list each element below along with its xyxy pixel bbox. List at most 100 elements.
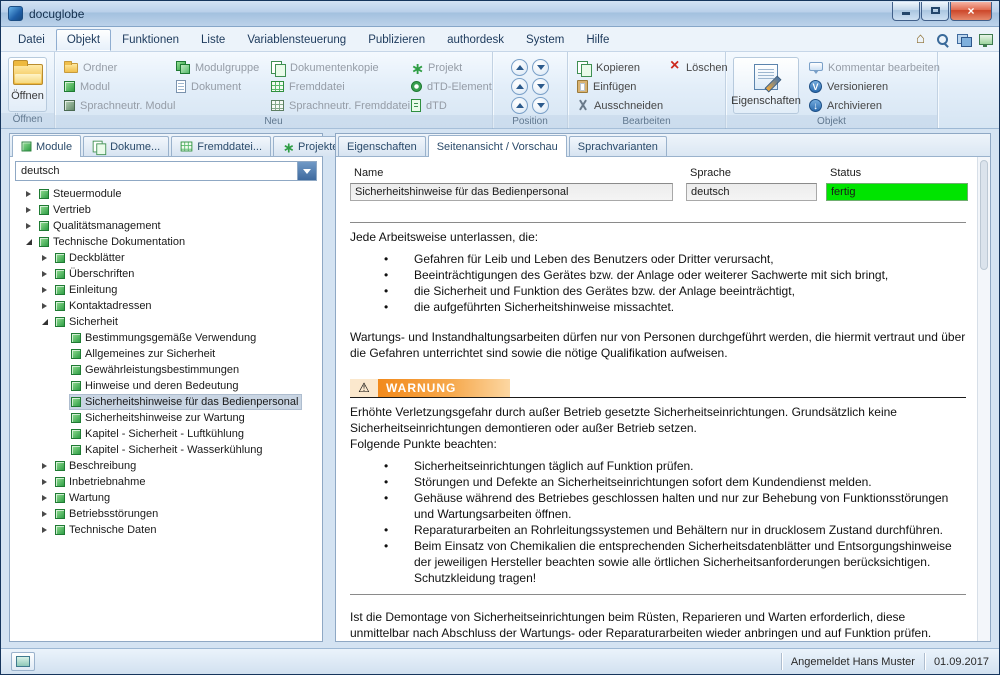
maximize-button[interactable] [921, 1, 949, 21]
cut-button[interactable]: Ausschneiden [573, 96, 665, 115]
archive-icon [809, 99, 822, 112]
expand-arrow-icon[interactable] [42, 511, 54, 517]
tree-item[interactable]: Hinweise und deren Bedeutung [10, 378, 322, 394]
tree-item[interactable]: Vertrieb [10, 202, 322, 218]
tree-item[interactable]: Bestimmungsgemäße Verwendung [10, 330, 322, 346]
new-sprachneutr-fremddatei-button[interactable]: Sprachneutr. Fremddatei [267, 96, 411, 115]
move-up-button[interactable] [511, 97, 528, 114]
expand-arrow-icon[interactable] [26, 207, 38, 213]
new-projekt-button[interactable]: Projekt [407, 58, 487, 79]
name-field[interactable]: Sicherheitshinweise für das Bedienperson… [350, 183, 673, 201]
properties-button[interactable]: Eigenschaften [731, 57, 801, 114]
warning-bottom-divider [350, 594, 966, 595]
tab-dokumente[interactable]: Dokume... [83, 136, 170, 156]
tab-seitenansicht-vorschau[interactable]: Seitenansicht / Vorschau [427, 135, 567, 157]
expand-arrow-icon[interactable] [42, 495, 54, 501]
move-down-button[interactable] [532, 97, 549, 114]
new-modulgruppe-button[interactable]: Modulgruppe [172, 58, 267, 77]
new-fremddatei-button[interactable]: Fremddatei [267, 77, 407, 96]
open-button[interactable]: Öffnen [8, 57, 47, 112]
minimize-button[interactable] [892, 1, 920, 21]
tab-publizieren[interactable]: Publizieren [357, 29, 436, 51]
expand-arrow-icon[interactable] [26, 191, 38, 197]
tree-item[interactable]: Überschriften [10, 266, 322, 282]
tab-system[interactable]: System [515, 29, 575, 51]
move-down-button[interactable] [532, 78, 549, 95]
tree-item[interactable]: Deckblätter [10, 250, 322, 266]
ribbon-group-oeffnen: Öffnen Öffnen [1, 52, 55, 128]
close-button[interactable]: × [950, 1, 992, 21]
tree-item[interactable]: Gewährleistungsbestimmungen [10, 362, 322, 378]
tree-item[interactable]: Einleitung [10, 282, 322, 298]
new-sprachneutr-modul-button[interactable]: Sprachneutr. Modul [60, 96, 175, 115]
new-dtd-element-button[interactable]: dTD-Element [407, 77, 492, 96]
document-preview[interactable]: Jede Arbeitsweise unterlassen, die: Gefa… [336, 220, 976, 641]
tab-module[interactable]: Module [12, 135, 82, 157]
tab-datei[interactable]: Datei [7, 29, 56, 51]
delete-button[interactable]: Löschen [665, 57, 728, 77]
tree-item[interactable]: Wartung [10, 490, 322, 506]
expand-arrow-icon[interactable] [42, 287, 54, 293]
paste-button[interactable]: Einfügen [573, 77, 665, 96]
move-up-button[interactable] [511, 59, 528, 76]
tree-item[interactable]: Steuermodule [10, 186, 322, 202]
copy-button[interactable]: Kopieren [573, 58, 665, 77]
scrollbar-thumb[interactable] [980, 160, 988, 270]
language-field[interactable]: deutsch [686, 183, 817, 201]
module-icon [39, 205, 49, 215]
tree-item[interactable]: Technische Dokumentation [10, 234, 322, 250]
collapse-arrow-icon[interactable] [42, 319, 54, 325]
expand-arrow-icon[interactable] [42, 463, 54, 469]
tab-variablensteuerung[interactable]: Variablensteuerung [236, 29, 357, 51]
language-dropdown-button[interactable] [297, 162, 316, 180]
new-dokument-button[interactable]: Dokument [172, 77, 267, 96]
status-field[interactable]: fertig [826, 183, 968, 201]
expand-arrow-icon[interactable] [42, 271, 54, 277]
tab-fremddateien[interactable]: Fremddatei... [171, 136, 272, 156]
expand-arrow-icon[interactable] [42, 527, 54, 533]
windows-icon[interactable] [957, 33, 972, 47]
tree-item[interactable]: Qualitätsmanagement [10, 218, 322, 234]
tab-hilfe[interactable]: Hilfe [575, 29, 620, 51]
archive-button[interactable]: Archivieren [805, 96, 931, 115]
tree-item[interactable]: Inbetriebnahme [10, 474, 322, 490]
vertical-scrollbar[interactable] [977, 157, 990, 641]
tab-objekt[interactable]: Objekt [55, 29, 112, 51]
tree-item[interactable]: Allgemeines zur Sicherheit [10, 346, 322, 362]
home-icon[interactable] [915, 30, 930, 47]
tree-item[interactable]: Kapitel - Sicherheit - Wasserkühlung [10, 442, 322, 458]
tab-eigenschaften[interactable]: Eigenschaften [338, 136, 426, 156]
new-modul-button[interactable]: Modul [60, 77, 172, 96]
tree-item[interactable]: Betriebsstörungen [10, 506, 322, 522]
new-dtd-button[interactable]: dTD [407, 96, 487, 115]
tree-item-selected[interactable]: Sicherheitshinweise für das Bedienperson… [10, 394, 322, 410]
tab-funktionen[interactable]: Funktionen [111, 29, 190, 51]
expand-arrow-icon[interactable] [42, 479, 54, 485]
tree-item[interactable]: Kontaktadressen [10, 298, 322, 314]
new-dokumentenkopie-button[interactable]: Dokumentenkopie [267, 58, 407, 77]
new-ordner-button[interactable]: Ordner [60, 58, 172, 77]
search-icon[interactable] [936, 33, 951, 47]
tree-item[interactable]: Beschreibung [10, 458, 322, 474]
version-button[interactable]: Versionieren [805, 77, 931, 96]
tree-item[interactable]: Kapitel - Sicherheit - Luftkühlung [10, 426, 322, 442]
statusbar-view-button[interactable] [11, 652, 35, 671]
tab-authordesk[interactable]: authordesk [436, 29, 515, 51]
document-paragraph: Wartungs- und Instandhaltungsarbeiten dü… [350, 330, 966, 360]
tree-item[interactable]: Sicherheitshinweise zur Wartung [10, 410, 322, 426]
titlebar[interactable]: docuglobe × [1, 1, 999, 27]
screens-icon[interactable] [978, 33, 993, 47]
expand-arrow-icon[interactable] [42, 255, 54, 261]
tree-item[interactable]: Technische Daten [10, 522, 322, 538]
expand-arrow-icon[interactable] [42, 303, 54, 309]
tab-sprachvarianten[interactable]: Sprachvarianten [568, 136, 667, 156]
expand-arrow-icon[interactable] [26, 223, 38, 229]
move-up-button[interactable] [511, 78, 528, 95]
new-sprachneutr-fremddatei-label: Sprachneutr. Fremddatei [289, 99, 411, 112]
comment-edit-button[interactable]: Kommentar bearbeiten [805, 58, 940, 77]
tab-liste[interactable]: Liste [190, 29, 236, 51]
language-dropdown[interactable]: deutsch [15, 161, 317, 181]
collapse-arrow-icon[interactable] [26, 239, 38, 245]
move-down-button[interactable] [532, 59, 549, 76]
tree-item[interactable]: Sicherheit [10, 314, 322, 330]
